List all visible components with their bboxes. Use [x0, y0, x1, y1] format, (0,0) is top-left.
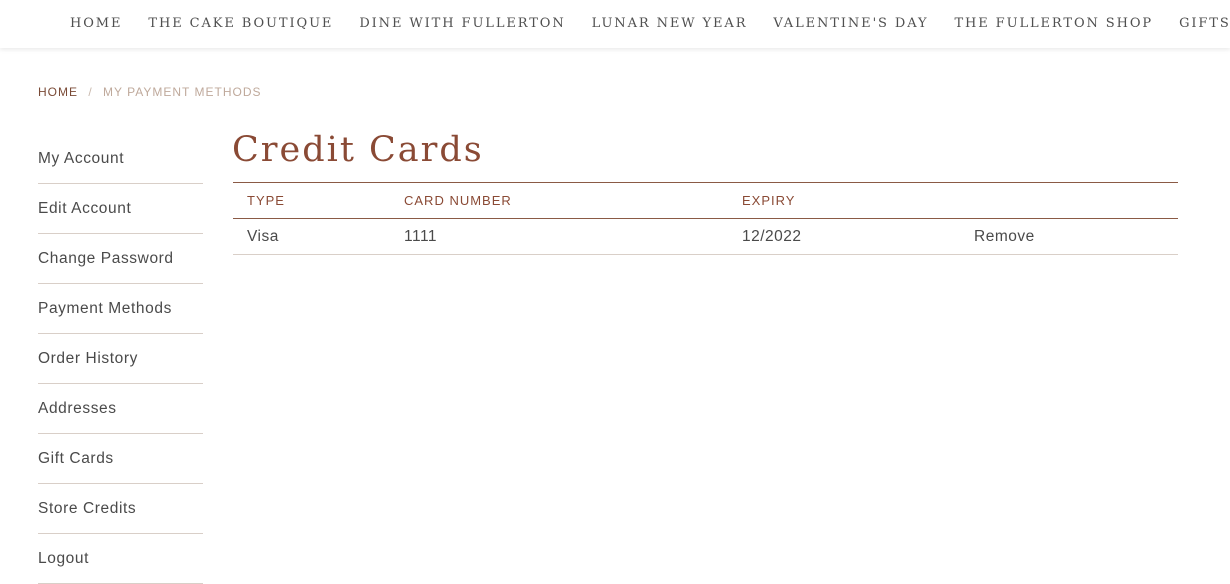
remove-card-button[interactable]: Remove — [974, 228, 1035, 245]
card-number: 1111 — [404, 218, 742, 255]
credit-cards-table: TYPE CARD NUMBER EXPIRY Visa 1111 12/202… — [233, 182, 1178, 255]
sidebar-item-change-password[interactable]: Change Password — [38, 234, 203, 284]
card-type: Visa — [233, 218, 404, 255]
table-row: Visa 1111 12/2022 Remove — [233, 218, 1178, 255]
nav-item-lunar-new-year[interactable]: LUNAR NEW YEAR — [592, 16, 748, 31]
nav-item-valentines-day[interactable]: VALENTINE'S DAY — [773, 16, 928, 31]
breadcrumb-separator: / — [88, 85, 93, 99]
card-expiry: 12/2022 — [742, 218, 974, 255]
nav-item-dine-with-fullerton[interactable]: DINE WITH FULLERTON — [359, 16, 565, 31]
column-header-card-number: CARD NUMBER — [404, 182, 742, 219]
sidebar-item-logout[interactable]: Logout — [38, 534, 203, 584]
nav-item-cake-boutique[interactable]: THE CAKE BOUTIQUE — [148, 16, 333, 31]
table-header-row: TYPE CARD NUMBER EXPIRY — [233, 182, 1178, 219]
sidebar-item-gift-cards[interactable]: Gift Cards — [38, 434, 203, 484]
nav-item-fullerton-shop[interactable]: THE FULLERTON SHOP — [954, 16, 1153, 31]
sidebar-item-store-credits[interactable]: Store Credits — [38, 484, 203, 534]
breadcrumb-current: MY PAYMENT METHODS — [103, 85, 262, 99]
sidebar-item-order-history[interactable]: Order History — [38, 334, 203, 384]
column-header-action — [974, 182, 1178, 219]
account-sidebar: My Account Edit Account Change Password … — [38, 134, 203, 584]
top-navigation: HOME THE CAKE BOUTIQUE DINE WITH FULLERT… — [0, 0, 1230, 48]
sidebar-item-edit-account[interactable]: Edit Account — [38, 184, 203, 234]
breadcrumb-home-link[interactable]: HOME — [38, 85, 78, 99]
nav-menu: HOME THE CAKE BOUTIQUE DINE WITH FULLERT… — [70, 16, 1230, 31]
breadcrumb: HOME / MY PAYMENT METHODS — [38, 85, 262, 99]
column-header-type: TYPE — [233, 182, 404, 219]
nav-item-home[interactable]: HOME — [70, 16, 122, 31]
page-title: Credit Cards — [232, 130, 484, 170]
sidebar-item-addresses[interactable]: Addresses — [38, 384, 203, 434]
sidebar-item-my-account[interactable]: My Account — [38, 134, 203, 184]
nav-item-gifts[interactable]: GIFTS — [1179, 16, 1230, 31]
column-header-expiry: EXPIRY — [742, 182, 974, 219]
sidebar-item-payment-methods[interactable]: Payment Methods — [38, 284, 203, 334]
